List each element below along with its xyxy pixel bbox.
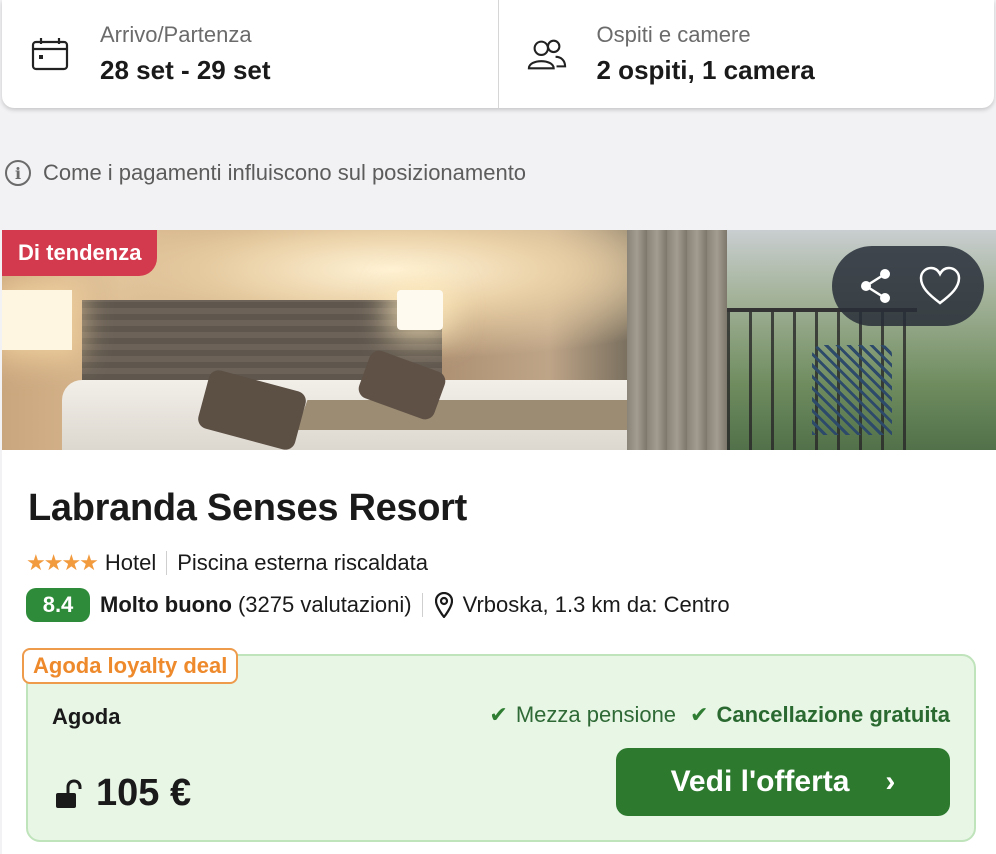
hotel-location: Vrboska, 1.3 km da: Centro: [462, 592, 730, 617]
hotel-type: Hotel: [104, 550, 157, 575]
guests-caption: Ospiti e camere: [596, 22, 751, 48]
trending-badge: Di tendenza: [2, 230, 158, 276]
dates-value: 28 set - 29 set: [100, 54, 271, 85]
star-rating: ★★★★: [26, 550, 99, 575]
review-count: (3275 valutazioni): [237, 592, 412, 617]
feature-free-cancellation: Cancellazione gratuita: [716, 702, 950, 727]
check-icon: ✔: [489, 702, 508, 727]
review-score-label: Molto buono: [100, 592, 232, 617]
divider: [421, 593, 423, 617]
guests-value: 2 ospiti, 1 camera: [596, 54, 815, 85]
hotel-card[interactable]: Di tendenza Labranda Senses Resort ★★★★ …: [2, 230, 996, 854]
ranking-info-link[interactable]: i Come i pagamenti influiscono sul posiz…: [5, 160, 526, 186]
hotel-photo[interactable]: Di tendenza: [2, 230, 996, 450]
unlock-icon: [54, 778, 84, 809]
search-bar: Arrivo/Partenza 28 set - 29 set Ospiti e…: [2, 0, 994, 108]
review-score-badge: 8.4: [26, 588, 90, 622]
guests-icon: [527, 34, 567, 74]
share-icon: [861, 269, 890, 303]
favorite-button[interactable]: [914, 260, 966, 312]
heart-icon: [919, 266, 961, 305]
guests-selector[interactable]: Ospiti e camere 2 ospiti, 1 camera: [497, 0, 995, 108]
deal-features: ✔ Mezza pensione ✔ Cancellazione gratuit…: [489, 702, 950, 728]
hotel-name[interactable]: Labranda Senses Resort: [28, 487, 467, 530]
share-button[interactable]: [850, 260, 902, 312]
calendar-icon: [30, 34, 70, 74]
loyalty-deal-tag: Agoda loyalty deal: [22, 648, 239, 684]
feature-half-board: Mezza pensione: [515, 702, 677, 727]
chevron-right-icon: ›: [885, 765, 896, 798]
divider: [166, 551, 168, 575]
price: 105 €: [54, 772, 191, 815]
hotel-meta: ★★★★ Hotel Piscina esterna riscaldata: [26, 550, 428, 576]
dates-caption: Arrivo/Partenza: [100, 22, 252, 48]
price-value: 105 €: [96, 772, 192, 814]
provider-name: Agoda: [52, 704, 121, 729]
ranking-info-text: Come i pagamenti influiscono sul posizio…: [43, 160, 527, 185]
hotel-amenity: Piscina esterna riscaldata: [177, 550, 428, 575]
dates-selector[interactable]: Arrivo/Partenza 28 set - 29 set: [2, 0, 498, 108]
view-deal-label: Vedi l'offerta: [670, 765, 850, 798]
photo-actions: [832, 246, 984, 326]
info-icon: i: [5, 160, 31, 186]
check-icon: ✔: [690, 702, 709, 727]
location-pin-icon: [434, 592, 453, 618]
view-deal-button[interactable]: Vedi l'offerta ›: [616, 748, 950, 816]
rating-row: 8.4 Molto buono (3275 valutazioni) Vrbos…: [26, 588, 730, 622]
